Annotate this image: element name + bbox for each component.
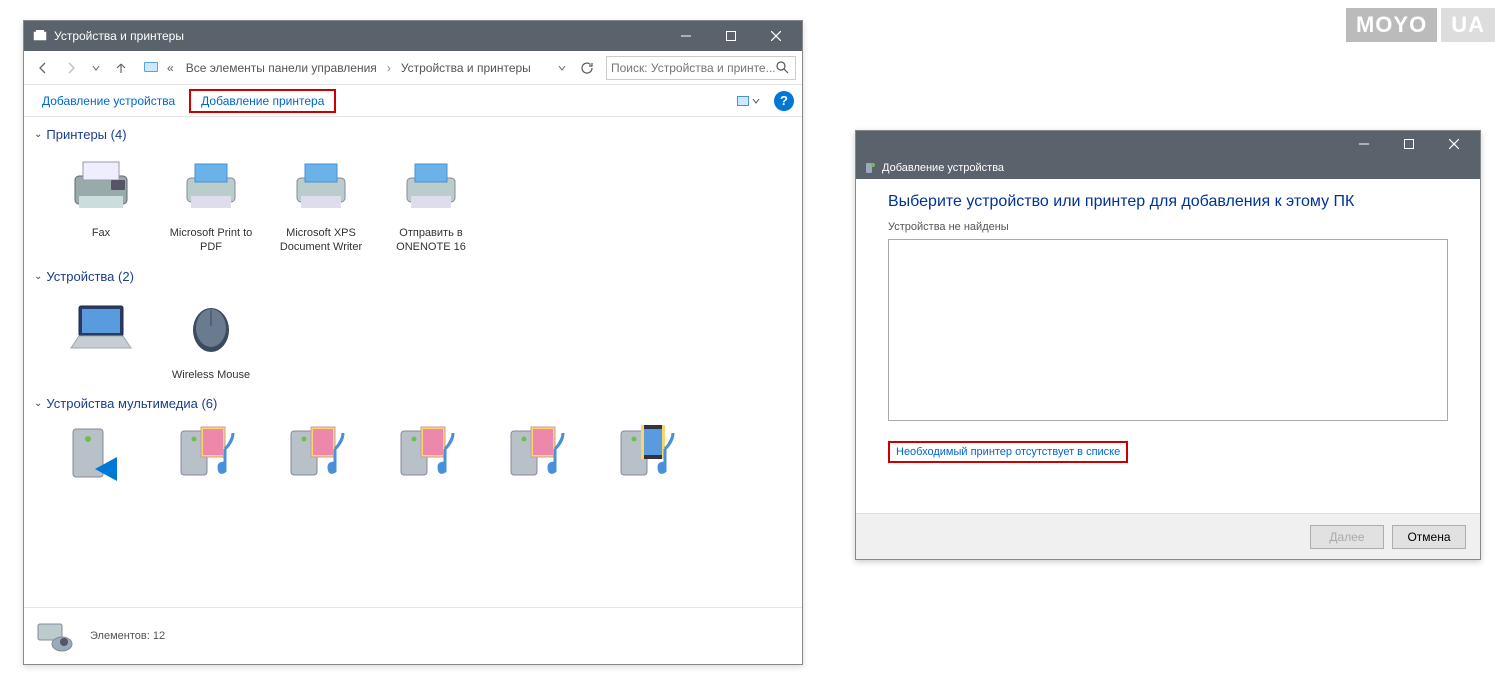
add-device-dialog: Добавление устройства Выберите устройств… [855, 130, 1481, 560]
item-media-1[interactable] [158, 419, 264, 495]
dialog-titlebar[interactable] [856, 131, 1480, 157]
group-header-devices[interactable]: ⌄ Устройства (2) [28, 265, 798, 288]
item-media-4[interactable] [488, 419, 594, 495]
search-icon[interactable] [775, 61, 791, 74]
media-device-icon [285, 419, 357, 491]
item-label: Отправить в ONENOTE 16 [378, 226, 484, 255]
devices-icon [32, 612, 80, 660]
item-label: Fax [92, 226, 110, 240]
item-media-2[interactable] [268, 419, 374, 495]
chevron-down-icon: ⌄ [34, 398, 42, 409]
device-listbox[interactable] [888, 239, 1448, 421]
breadcrumb-part-1[interactable]: Все элементы панели управления [182, 59, 381, 77]
window-icon [32, 28, 48, 44]
help-button[interactable]: ? [774, 91, 794, 111]
watermark-ua: UA [1441, 8, 1495, 42]
devices-printers-window: Устройства и принтеры [23, 20, 803, 665]
status-count: Элементов: 12 [90, 630, 165, 642]
group-header-multimedia[interactable]: ⌄ Устройства мультимедиа (6) [28, 392, 798, 415]
item-mouse[interactable]: Wireless Mouse [158, 292, 264, 382]
close-button[interactable] [1431, 129, 1476, 159]
up-button[interactable] [108, 55, 134, 81]
media-device-icon [175, 419, 247, 491]
maximize-button[interactable] [1386, 129, 1431, 159]
maximize-button[interactable] [708, 21, 753, 51]
item-label: Microsoft Print to PDF [158, 226, 264, 255]
add-printer-button[interactable]: Добавление принтера [189, 89, 336, 113]
item-media-0[interactable] [48, 419, 154, 495]
status-bar: Элементов: 12 [24, 607, 802, 663]
control-panel-icon [143, 60, 159, 76]
item-xps-writer[interactable]: Microsoft XPS Document Writer [268, 150, 374, 255]
breadcrumb-dropdown[interactable] [552, 64, 572, 72]
printers-items: Fax Microsoft Print to PDF Microsoft XPS… [28, 146, 798, 265]
mouse-icon [175, 292, 247, 364]
dialog-heading: Выберите устройство или принтер для доба… [888, 193, 1448, 211]
fax-icon [65, 150, 137, 222]
close-button[interactable] [753, 21, 798, 51]
titlebar[interactable]: Устройства и принтеры [24, 21, 802, 51]
minimize-button[interactable] [663, 21, 708, 51]
add-device-button[interactable]: Добавление устройства [32, 90, 185, 112]
chevron-down-icon: ⌄ [34, 271, 42, 282]
item-label: Microsoft XPS Document Writer [268, 226, 374, 255]
media-device-icon [395, 419, 467, 491]
item-laptop[interactable] [48, 292, 154, 382]
breadcrumb[interactable]: « Все элементы панели управления › Устро… [136, 58, 550, 78]
breadcrumb-part-2[interactable]: Устройства и принтеры [397, 59, 535, 77]
item-fax[interactable]: Fax [48, 150, 154, 255]
search-input[interactable] [611, 61, 775, 75]
breadcrumb-separator-icon: › [385, 61, 393, 75]
dialog-button-bar: Далее Отмена [856, 513, 1480, 559]
history-dropdown[interactable] [86, 64, 106, 72]
forward-button[interactable] [58, 55, 84, 81]
group-label: Устройства мультимедиа (6) [46, 396, 217, 411]
breadcrumb-prefix[interactable]: « [163, 59, 178, 77]
group-label: Принтеры (4) [46, 127, 126, 142]
laptop-icon [65, 292, 137, 364]
printer-icon [395, 150, 467, 222]
dialog-subtitle-bar: Добавление устройства [856, 157, 1480, 179]
cancel-button[interactable]: Отмена [1392, 525, 1466, 549]
chevron-down-icon: ⌄ [34, 129, 42, 140]
minimize-button[interactable] [1341, 129, 1386, 159]
view-options-button[interactable] [736, 94, 760, 108]
media-server-icon [65, 419, 137, 491]
media-device-icon [505, 419, 577, 491]
item-media-5[interactable] [598, 419, 704, 495]
content-area: ⌄ Принтеры (4) Fax Microsoft Print to PD… [24, 117, 802, 607]
group-label: Устройства (2) [46, 269, 134, 284]
devices-items: Wireless Mouse [28, 288, 798, 392]
item-label: Wireless Mouse [172, 368, 250, 382]
window-title: Устройства и принтеры [54, 29, 663, 43]
watermark: MOYO UA [1346, 8, 1495, 42]
watermark-moyo: MOYO [1346, 8, 1437, 42]
device-icon [864, 162, 876, 174]
multimedia-items [28, 415, 798, 505]
printer-not-listed-link[interactable]: Необходимый принтер отсутствует в списке [888, 441, 1128, 463]
toolbar: Добавление устройства Добавление принтер… [24, 85, 802, 117]
item-print-pdf[interactable]: Microsoft Print to PDF [158, 150, 264, 255]
refresh-button[interactable] [574, 55, 600, 81]
item-onenote[interactable]: Отправить в ONENOTE 16 [378, 150, 484, 255]
group-header-printers[interactable]: ⌄ Принтеры (4) [28, 123, 798, 146]
back-button[interactable] [30, 55, 56, 81]
printer-icon [175, 150, 247, 222]
navigation-bar: « Все элементы панели управления › Устро… [24, 51, 802, 85]
dialog-title: Добавление устройства [882, 162, 1004, 174]
next-button[interactable]: Далее [1310, 525, 1384, 549]
search-box[interactable] [606, 56, 796, 80]
item-media-3[interactable] [378, 419, 484, 495]
dialog-subtext: Устройства не найдены [888, 221, 1448, 233]
printer-icon [285, 150, 357, 222]
media-device-icon [615, 419, 687, 491]
